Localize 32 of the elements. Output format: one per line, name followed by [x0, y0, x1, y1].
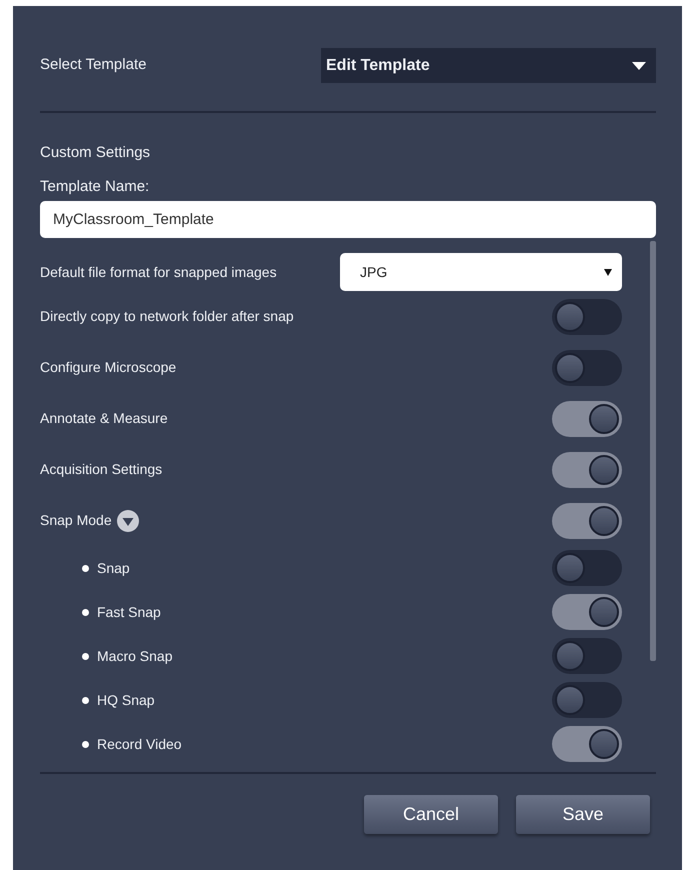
dialog-button[interactable]: Cancel: [364, 795, 498, 834]
setting-label: Fast Snap: [97, 602, 161, 622]
setting-label: HQ Snap: [97, 690, 155, 710]
section-title: Custom Settings: [40, 143, 152, 163]
file-format-dropdown[interactable]: JPG: [340, 253, 622, 291]
setting-label: Snap Mode: [40, 511, 112, 530]
toggle-switch[interactable]: [552, 550, 622, 586]
toggle-switch[interactable]: [552, 638, 622, 674]
setting-label: Annotate & Measure: [40, 409, 168, 428]
toggle-switch[interactable]: [552, 502, 622, 538]
scrollbar[interactable]: [650, 241, 656, 661]
dropdown-caret-icon: [604, 268, 612, 276]
setting-label: Configure Microscope: [40, 358, 176, 377]
toggle-switch[interactable]: [552, 726, 622, 762]
template-name-label: Template Name:: [40, 177, 150, 197]
select-template-label: Select Template: [40, 55, 146, 76]
setting-label: Snap: [97, 558, 130, 578]
template-dropdown[interactable]: Edit Template: [321, 48, 656, 83]
setting-label: Macro Snap: [97, 646, 172, 666]
toggle-switch[interactable]: [552, 400, 622, 436]
toggle-switch[interactable]: [552, 350, 622, 386]
setting-label: Directly copy to network folder after snap: [40, 307, 294, 326]
dropdown-caret-icon: [632, 62, 646, 70]
toggle-switch[interactable]: [552, 298, 622, 334]
file-format-label: Default file format for snapped images: [40, 262, 277, 282]
toggle-switch[interactable]: [552, 682, 622, 718]
template-name-field[interactable]: MyClassroom_Template: [40, 201, 656, 238]
dialog-button[interactable]: Save: [516, 795, 650, 834]
setting-label: Record Video: [97, 734, 182, 754]
toggle-switch[interactable]: [552, 452, 622, 488]
toggle-switch[interactable]: [552, 594, 622, 630]
setting-label: Acquisition Settings: [40, 460, 162, 479]
